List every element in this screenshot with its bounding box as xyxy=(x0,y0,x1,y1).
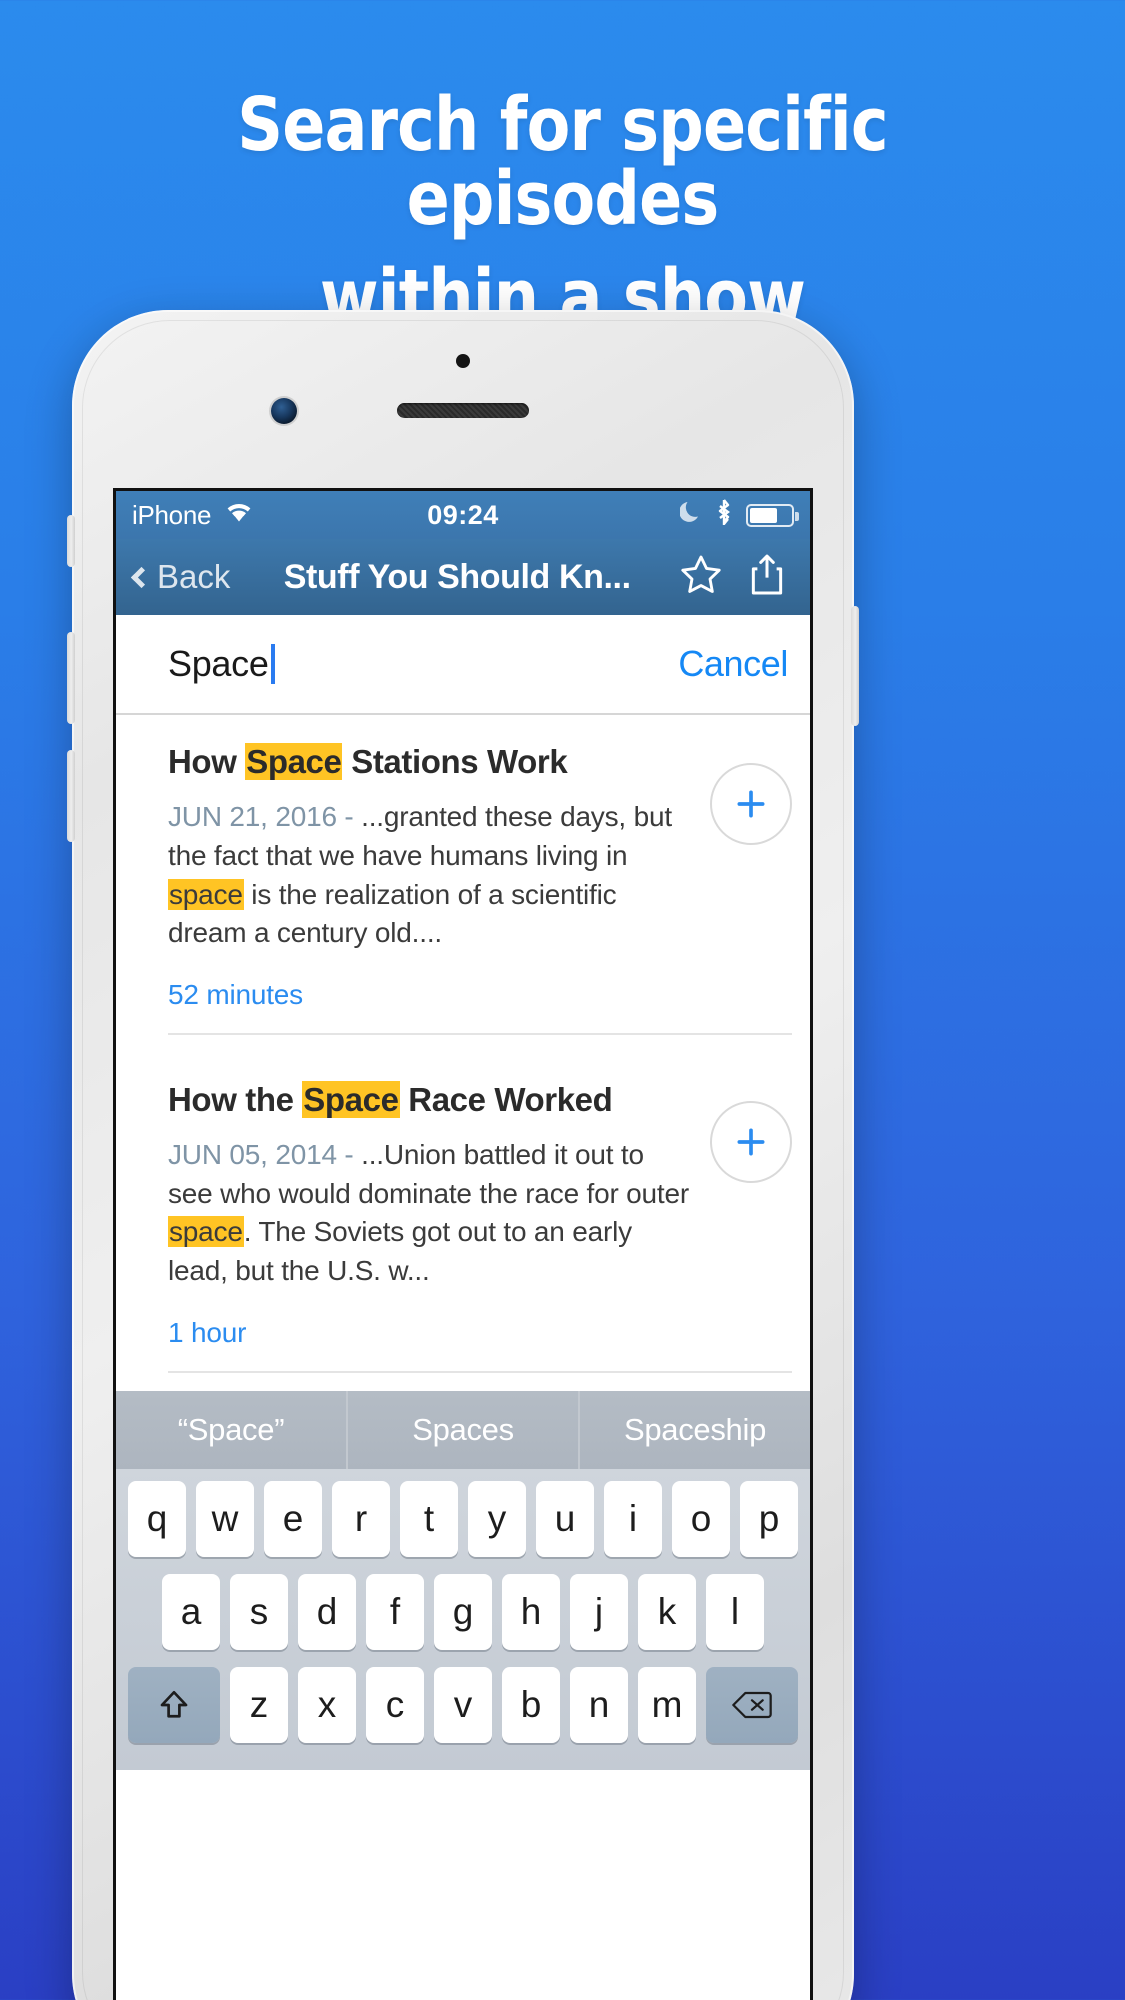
key-h[interactable]: h xyxy=(502,1573,560,1650)
phone-screen: iPhone 09:24 Back Stuff You Should Kn...… xyxy=(113,488,813,2000)
search-results-list: How Space Stations Work JUN 21, 2016 - .… xyxy=(116,715,810,1391)
back-button-label: Back xyxy=(157,558,231,595)
search-input[interactable]: Space xyxy=(168,643,275,685)
suggestion-2[interactable]: Spaceship xyxy=(580,1391,810,1469)
key-t[interactable]: t xyxy=(400,1480,458,1557)
title-highlight: Space xyxy=(245,743,343,780)
list-divider xyxy=(168,1032,792,1035)
search-input-value: Space xyxy=(168,643,269,684)
key-v[interactable]: v xyxy=(434,1666,492,1743)
episode-title: How the Space Race Worked xyxy=(168,1079,690,1120)
key-w[interactable]: w xyxy=(196,1480,254,1557)
title-text-after: Stations Work xyxy=(342,743,568,780)
volume-down-button[interactable] xyxy=(67,750,75,842)
title-text-before: How xyxy=(168,743,246,780)
title-highlight: Space xyxy=(302,1080,400,1118)
autocomplete-suggestion-bar: “Space” Spaces Spaceship xyxy=(116,1390,810,1469)
key-x[interactable]: x xyxy=(298,1666,356,1743)
back-button[interactable]: Back xyxy=(130,558,231,596)
proximity-sensor xyxy=(456,354,470,368)
key-n[interactable]: n xyxy=(570,1666,628,1743)
silent-switch[interactable] xyxy=(67,515,75,567)
key-b[interactable]: b xyxy=(502,1666,560,1743)
list-item[interactable]: How Space Stations Work JUN 21, 2016 - .… xyxy=(116,715,810,1053)
key-r[interactable]: r xyxy=(332,1480,390,1557)
episode-date: JUN 21, 2016 - xyxy=(168,801,362,833)
title-text-after: Race Worked xyxy=(399,1080,613,1118)
earpiece-speaker xyxy=(397,403,529,418)
power-button[interactable] xyxy=(851,606,859,726)
moon-icon xyxy=(679,500,702,531)
search-bar: Space Cancel xyxy=(116,615,810,715)
cancel-button[interactable]: Cancel xyxy=(678,643,788,685)
key-s[interactable]: s xyxy=(230,1573,288,1650)
key-m[interactable]: m xyxy=(638,1666,696,1743)
status-bar-right xyxy=(679,498,799,532)
share-icon[interactable] xyxy=(746,552,788,603)
battery-icon xyxy=(746,503,799,527)
status-bar: iPhone 09:24 xyxy=(116,491,810,539)
add-to-playlist-button[interactable] xyxy=(710,763,792,845)
desc-highlight: space xyxy=(168,1216,244,1248)
add-to-playlist-button[interactable] xyxy=(710,1100,792,1183)
title-text-before: How the xyxy=(168,1080,303,1118)
key-g[interactable]: g xyxy=(434,1573,492,1650)
key-u[interactable]: u xyxy=(536,1480,594,1557)
promo-headline: Search for specific episodes within a sh… xyxy=(79,88,1047,334)
episode-duration: 1 hour xyxy=(168,1316,247,1348)
keyboard-row-2: a s d f g h j k l xyxy=(122,1573,804,1650)
key-i[interactable]: i xyxy=(604,1480,662,1557)
suggestion-0[interactable]: “Space” xyxy=(116,1390,348,1469)
headline-line-1: Search for specific episodes xyxy=(237,82,888,242)
key-e[interactable]: e xyxy=(264,1480,322,1557)
shift-key[interactable] xyxy=(128,1666,220,1743)
shift-up-arrow-icon xyxy=(156,1687,192,1723)
key-c[interactable]: c xyxy=(366,1666,424,1743)
star-outline-icon[interactable] xyxy=(678,552,724,603)
delete-key[interactable] xyxy=(706,1666,798,1743)
key-l[interactable]: l xyxy=(706,1573,764,1650)
list-item[interactable]: How the Space Race Worked JUN 05, 2014 -… xyxy=(116,1053,810,1391)
key-p[interactable]: p xyxy=(740,1480,798,1557)
keyboard-row-1: q w e r t y u i o p xyxy=(122,1480,804,1557)
result-header: How Space Stations Work JUN 21, 2016 - .… xyxy=(168,741,792,953)
result-text-block: How Space Stations Work JUN 21, 2016 - .… xyxy=(168,741,710,953)
desc-highlight: space xyxy=(168,878,244,910)
result-header: How the Space Race Worked JUN 05, 2014 -… xyxy=(168,1079,792,1291)
navigation-bar: Back Stuff You Should Kn... xyxy=(116,539,810,615)
key-o[interactable]: o xyxy=(672,1480,730,1557)
episode-description: JUN 21, 2016 - ...granted these days, bu… xyxy=(168,798,690,953)
suggestion-1[interactable]: Spaces xyxy=(348,1390,580,1469)
page-title: Stuff You Should Kn... xyxy=(283,557,631,596)
episode-title: How Space Stations Work xyxy=(168,741,690,782)
navigation-actions xyxy=(678,552,792,603)
bluetooth-icon xyxy=(715,498,733,532)
key-d[interactable]: d xyxy=(298,1573,356,1650)
plus-circle-icon xyxy=(731,1122,771,1162)
front-camera xyxy=(271,398,297,424)
result-text-block: How the Space Race Worked JUN 05, 2014 -… xyxy=(168,1079,710,1291)
episode-description: JUN 05, 2014 - ...Union battled it out t… xyxy=(168,1136,690,1291)
text-cursor xyxy=(270,644,275,684)
on-screen-keyboard: q w e r t y u i o p a s d f g h j k l z … xyxy=(116,1468,810,1770)
key-q[interactable]: q xyxy=(128,1480,186,1557)
episode-duration: 52 minutes xyxy=(168,978,303,1010)
list-divider xyxy=(168,1370,792,1373)
episode-date: JUN 05, 2014 - xyxy=(168,1139,362,1170)
phone-device-frame: iPhone 09:24 Back Stuff You Should Kn...… xyxy=(67,310,859,2000)
key-k[interactable]: k xyxy=(638,1573,696,1650)
keyboard-row-3: z x c v b n m xyxy=(122,1666,804,1743)
key-a[interactable]: a xyxy=(162,1573,220,1650)
plus-circle-icon xyxy=(731,784,771,824)
key-f[interactable]: f xyxy=(366,1573,424,1650)
backspace-icon xyxy=(732,1689,772,1721)
key-y[interactable]: y xyxy=(468,1480,526,1557)
volume-up-button[interactable] xyxy=(67,632,75,724)
key-j[interactable]: j xyxy=(570,1573,628,1650)
chevron-left-icon xyxy=(130,566,153,588)
key-z[interactable]: z xyxy=(230,1666,288,1743)
